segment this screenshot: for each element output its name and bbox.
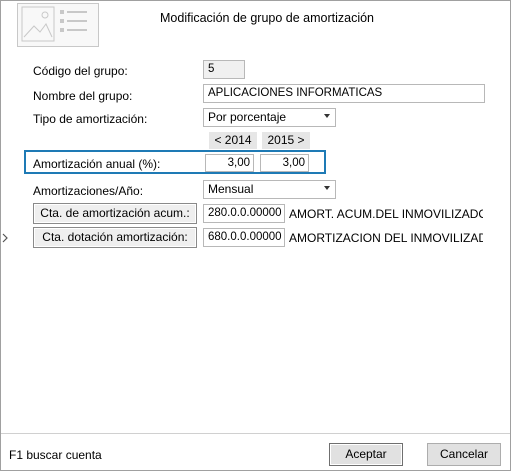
next-year-button[interactable]: 2015 > (262, 132, 310, 149)
cta-acum-button[interactable]: Cta. de amortización acum.: (33, 203, 197, 224)
cta-acum-description: AMORT. ACUM.DEL INMOVILIZADO IN (289, 207, 483, 221)
anual-label: Amortización anual (%): (33, 157, 161, 171)
prev-year-button[interactable]: < 2014 (209, 132, 257, 149)
chevron-right-icon[interactable] (2, 232, 8, 246)
nombre-field[interactable]: APLICACIONES INFORMATICAS (203, 84, 485, 103)
form-card-icon (17, 3, 99, 47)
tipo-select-value: Por porcentaje (208, 110, 287, 124)
nombre-label: Nombre del grupo: (33, 89, 133, 103)
tipo-select[interactable]: Por porcentaje (203, 108, 336, 127)
dialog-title: Modificación de grupo de amortización (160, 11, 375, 25)
footer-hint: F1 buscar cuenta (9, 448, 102, 462)
footer-separator (1, 433, 510, 434)
anual-value-2014[interactable]: 3,00 (205, 154, 254, 172)
periodo-select-value: Mensual (208, 182, 254, 196)
accept-button[interactable]: Aceptar (329, 443, 403, 466)
codigo-label: Código del grupo: (33, 64, 128, 78)
periodo-label: Amortizaciones/Año: (33, 184, 144, 198)
periodo-select[interactable]: Mensual (203, 180, 336, 199)
codigo-field[interactable]: 5 (203, 60, 245, 79)
chevron-down-icon (324, 114, 330, 118)
cta-dotacion-code-field[interactable]: 680.0.0.00000 (203, 228, 285, 247)
tipo-label: Tipo de amortización: (33, 112, 148, 126)
cancel-button[interactable]: Cancelar (427, 443, 501, 466)
cta-acum-code-field[interactable]: 280.0.0.00000 (203, 204, 285, 223)
cta-dotacion-description: AMORTIZACION DEL INMOVILIZADO I (289, 231, 483, 245)
anual-value-2015[interactable]: 3,00 (260, 154, 309, 172)
chevron-down-icon (324, 186, 330, 190)
cta-dotacion-button[interactable]: Cta. dotación amortización: (33, 227, 197, 248)
